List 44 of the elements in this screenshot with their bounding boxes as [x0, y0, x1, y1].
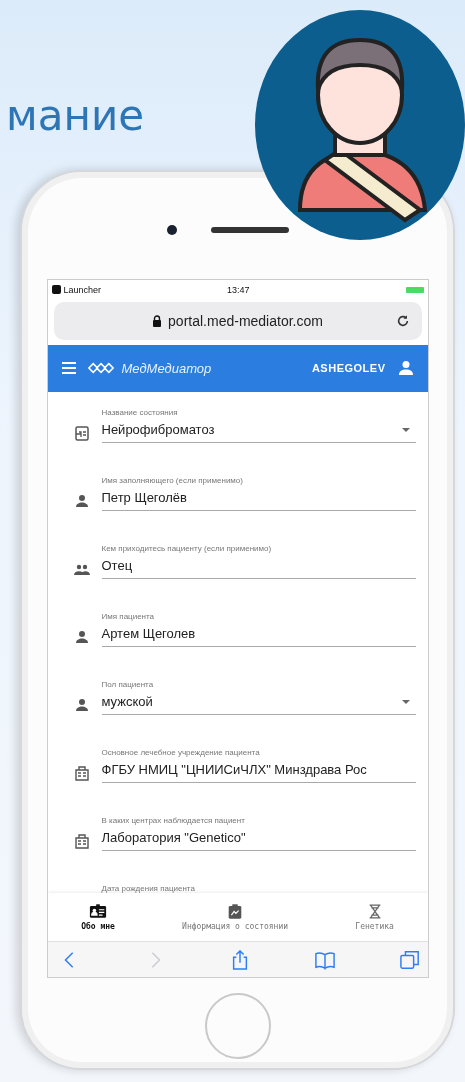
text-field[interactable]: Петр Щеголёв — [101, 485, 416, 511]
text-field[interactable]: Лаборатория "Genetico" — [101, 825, 416, 851]
field-label: Имя пациента — [101, 611, 156, 622]
nav-tab[interactable]: Обо мне — [77, 901, 119, 933]
nav-tab[interactable]: Информация о состоянии — [178, 901, 293, 933]
status-app-name: Launcher — [63, 285, 102, 295]
text-field[interactable]: Отец — [101, 553, 416, 579]
nav-tab[interactable]: Генетика — [351, 901, 398, 933]
person-icon — [73, 492, 90, 509]
app-icon — [51, 285, 61, 295]
status-time: 13:47 — [227, 285, 250, 295]
logo-icon — [87, 361, 114, 376]
clipboard-icon — [73, 424, 90, 441]
person-icon — [73, 628, 90, 645]
battery-icon — [405, 287, 424, 293]
field-label: Основное лечебное учреждение пациента — [101, 747, 261, 758]
field-label: Кем приходитесь пациенту (если применимо) — [101, 543, 273, 554]
building-icon — [73, 832, 90, 849]
tabs-icon[interactable] — [399, 949, 420, 970]
menu-icon[interactable] — [61, 362, 76, 375]
field-label: Дата рождения пациента — [101, 883, 195, 894]
book-icon[interactable] — [314, 949, 335, 970]
text-field[interactable]: Артем Щеголев — [101, 621, 416, 647]
camera-icon — [166, 225, 177, 235]
caret-icon — [401, 427, 410, 432]
building-icon — [73, 764, 90, 781]
caret-icon — [401, 699, 410, 704]
lock-icon — [152, 314, 163, 327]
address-bar[interactable]: portal.med-mediator.com — [53, 301, 422, 340]
slide-title: мание — [6, 90, 145, 140]
field-label: Пол пациента — [101, 679, 155, 690]
person-icon — [73, 696, 90, 713]
select-field[interactable]: мужской — [101, 689, 416, 715]
speaker-icon — [210, 227, 289, 233]
field-label: Название состояния — [101, 407, 179, 418]
text-field[interactable]: ФГБУ НМИЦ "ЦНИИСиЧЛХ" Минздрава Рос — [101, 757, 416, 783]
brand-name: МедМедиатор — [121, 360, 212, 376]
reload-icon[interactable] — [395, 313, 410, 328]
field-label: В каких центрах наблюдается пациент — [101, 815, 246, 826]
select-field[interactable]: Нейрофиброматоз — [101, 417, 416, 443]
account-icon[interactable] — [397, 360, 414, 377]
field-label: Имя заполняющего (если применимо) — [101, 475, 244, 486]
user-name[interactable]: ASHEGOLEV — [311, 362, 386, 375]
id-card-icon — [89, 903, 107, 919]
